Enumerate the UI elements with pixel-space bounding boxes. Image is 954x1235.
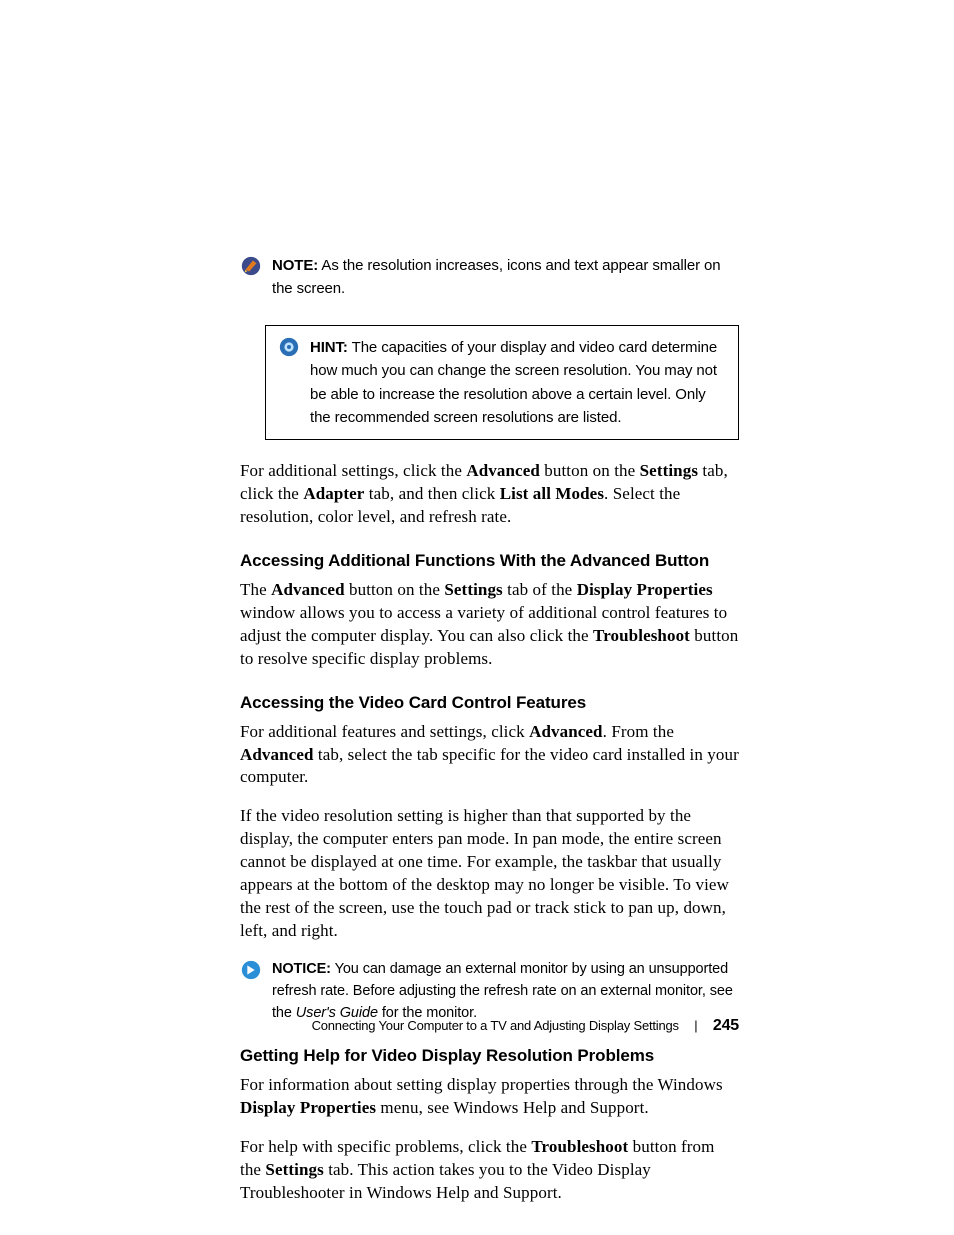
paragraph-pan-mode: If the video resolution setting is highe… bbox=[240, 805, 739, 943]
paragraph-advanced-button: The Advanced button on the Settings tab … bbox=[240, 579, 739, 671]
hint-body: The capacities of your display and video… bbox=[310, 339, 717, 426]
footer-separator: | bbox=[694, 1018, 697, 1033]
note-label: NOTE: bbox=[272, 257, 318, 274]
hint-icon bbox=[278, 336, 300, 358]
notice-text: NOTICE: You can damage an external monit… bbox=[272, 959, 739, 1024]
note-callout: NOTE: As the resolution increases, icons… bbox=[240, 255, 739, 300]
hint-text: HINT: The capacities of your display and… bbox=[310, 336, 720, 429]
note-body: As the resolution increases, icons and t… bbox=[272, 257, 721, 297]
hint-label: HINT: bbox=[310, 339, 348, 356]
footer-title: Connecting Your Computer to a TV and Adj… bbox=[312, 1018, 679, 1033]
page-number: 245 bbox=[713, 1017, 739, 1034]
paragraph-help-2: For help with specific problems, click t… bbox=[240, 1136, 739, 1205]
page-footer: Connecting Your Computer to a TV and Adj… bbox=[312, 1017, 739, 1035]
notice-callout: NOTICE: You can damage an external monit… bbox=[240, 959, 739, 1024]
heading-video-card: Accessing the Video Card Control Feature… bbox=[240, 693, 739, 713]
heading-advanced-button: Accessing Additional Functions With the … bbox=[240, 551, 739, 571]
note-text: NOTE: As the resolution increases, icons… bbox=[272, 255, 739, 300]
paragraph-video-card-1: For additional features and settings, cl… bbox=[240, 721, 739, 790]
heading-getting-help: Getting Help for Video Display Resolutio… bbox=[240, 1046, 739, 1066]
notice-icon bbox=[240, 959, 262, 981]
hint-callout-box: HINT: The capacities of your display and… bbox=[265, 325, 739, 440]
paragraph-help-1: For information about setting display pr… bbox=[240, 1074, 739, 1120]
paragraph-additional-settings: For additional settings, click the Advan… bbox=[240, 460, 739, 529]
note-icon bbox=[240, 255, 262, 277]
notice-label: NOTICE: bbox=[272, 961, 331, 977]
